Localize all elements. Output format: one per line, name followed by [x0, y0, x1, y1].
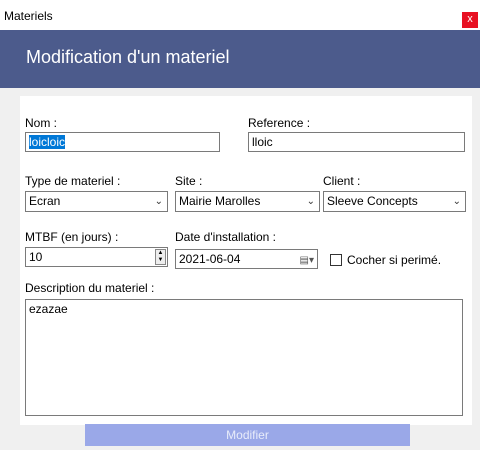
- nom-field[interactable]: loicloic: [25, 132, 220, 152]
- page-title: Modification d'un materiel: [26, 47, 230, 67]
- reference-field[interactable]: lloic: [248, 132, 465, 152]
- date-label: Date d'installation :: [175, 230, 277, 244]
- reference-label: Reference :: [248, 116, 311, 130]
- calendar-icon[interactable]: ▤▾: [300, 252, 314, 268]
- nom-label: Nom :: [25, 116, 58, 130]
- page-header: Modification d'un materiel: [0, 30, 480, 88]
- close-icon[interactable]: x: [462, 12, 478, 28]
- client-label: Client :: [323, 174, 361, 188]
- perime-label: Cocher si perimé.: [347, 253, 442, 267]
- content-area: Nom : loicloic Reference : lloic Type de…: [0, 88, 480, 450]
- nom-value: loicloic: [29, 135, 66, 149]
- window-title: Materiels: [4, 9, 53, 23]
- client-select[interactable]: Sleeve Concepts ⌄: [323, 191, 466, 212]
- description-value: ezazae: [29, 302, 68, 316]
- description-textarea[interactable]: ezazae: [25, 299, 463, 416]
- site-value: Mairie Marolles: [179, 194, 261, 208]
- type-select[interactable]: Ecran ⌄: [25, 191, 168, 212]
- title-bar: Materiels x: [0, 0, 480, 30]
- chevron-down-icon: ⌄: [452, 196, 461, 207]
- mtbf-label: MTBF (en jours) :: [25, 230, 119, 244]
- site-label: Site :: [175, 174, 203, 188]
- site-select[interactable]: Mairie Marolles ⌄: [175, 191, 320, 212]
- type-label: Type de materiel :: [25, 174, 121, 188]
- client-value: Sleeve Concepts: [327, 194, 418, 208]
- perime-checkbox[interactable]: [330, 254, 342, 266]
- date-picker[interactable]: 2021-06-04 ▤▾: [175, 249, 318, 269]
- type-value: Ecran: [29, 194, 61, 208]
- chevron-down-icon: ⌄: [154, 196, 163, 207]
- mtbf-stepper[interactable]: 10 ▲ ▼: [25, 247, 168, 267]
- reference-value: lloic: [252, 135, 273, 149]
- description-label: Description du materiel :: [25, 281, 155, 295]
- form-panel: Nom : loicloic Reference : lloic Type de…: [20, 96, 472, 425]
- spinner-icon[interactable]: ▲ ▼: [155, 249, 166, 265]
- modifier-button[interactable]: Modifier: [85, 424, 410, 446]
- mtbf-value: 10: [29, 250, 43, 264]
- date-value: 2021-06-04: [179, 252, 241, 266]
- chevron-down-icon: ⌄: [306, 196, 315, 207]
